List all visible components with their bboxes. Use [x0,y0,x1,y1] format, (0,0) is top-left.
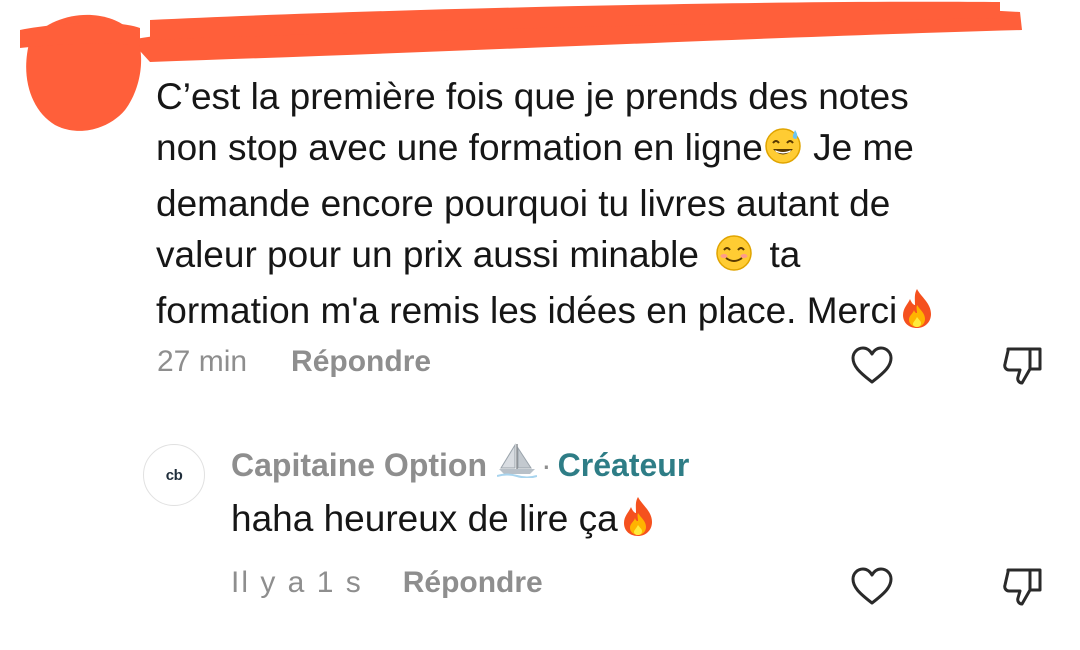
comment-line-4b: ta [759,233,801,275]
fire-emoji-icon [897,287,937,343]
heart-icon [851,346,893,384]
avatar[interactable]: cb [143,444,205,506]
fire-emoji-icon [618,495,658,550]
reply-author-row: Capitaine Option · Créateur [231,442,689,487]
comment-line-4: valeur pour un prix aussi minable [156,233,710,275]
dislike-button[interactable] [1000,343,1046,389]
reply-meta: Il y a 1 s Répondre [231,566,543,600]
sailboat-icon [496,442,538,487]
avatar-logo: cb [165,466,183,484]
thumbs-down-icon [1003,568,1042,606]
reply-text: haha heureux de lire ça [231,498,618,539]
reply-reply-button[interactable]: Répondre [403,566,543,600]
smiling-face-emoji-icon [709,233,759,287]
sweat-smile-emoji-icon [763,126,803,180]
comment-line-1: C’est la première fois que je prends des… [156,76,909,117]
comment-timestamp: 27 min [157,345,248,378]
comment-line-2b: Je me [802,126,914,168]
comment-line-2: non stop avec une formation en ligne [156,126,763,168]
comment-line-3: demande encore pourquoi tu livres autant… [156,183,891,224]
comment-thread: C’est la première fois que je prends des… [0,0,1080,650]
creator-badge: Créateur [557,446,690,483]
comment-line-5: formation m'a remis les idées en place. … [156,290,898,331]
reply-author-name[interactable]: Capitaine Option [231,445,487,485]
reply-timestamp: Il y a 1 s [231,566,363,599]
comment-body: C’est la première fois que je prends des… [156,72,1056,343]
like-button[interactable] [849,343,895,389]
thumbs-down-icon [1003,347,1042,385]
reply-body: haha heureux de lire ça [231,494,658,550]
reply-button[interactable]: Répondre [291,345,431,379]
separator-dot: · [541,446,552,483]
reply-dislike-button[interactable] [1000,564,1046,610]
heart-icon [851,567,893,605]
reply-like-button[interactable] [849,564,895,610]
comment-meta: 27 min Répondre [157,345,431,379]
